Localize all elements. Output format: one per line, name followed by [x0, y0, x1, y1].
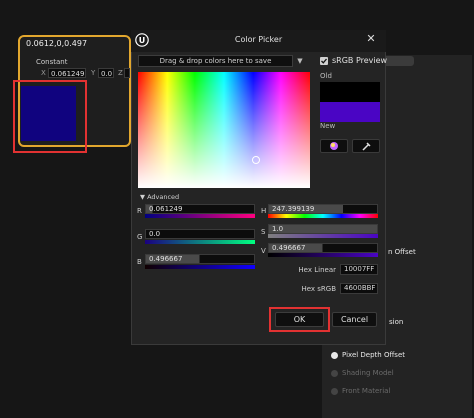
srgb-preview-label: sRGB Preview	[332, 56, 388, 65]
chevron-down-icon[interactable]: ▼	[295, 55, 305, 67]
r-value: 0.061249	[149, 205, 183, 213]
g-gradient	[145, 240, 255, 244]
spectrum-cursor[interactable]	[252, 156, 260, 164]
hex-linear-label: Hex Linear	[298, 266, 336, 274]
s-slider[interactable]: 1.0	[268, 224, 378, 234]
z-field[interactable]	[124, 68, 130, 78]
x-label: X	[41, 69, 46, 77]
pin-icon[interactable]	[331, 388, 338, 395]
panel-item-sion: sion	[389, 318, 404, 326]
v-label: V	[261, 247, 266, 255]
srgb-checkbox[interactable]	[320, 57, 328, 65]
hex-srgb-label: Hex sRGB	[301, 285, 336, 293]
v-slider[interactable]: 0.496667	[268, 243, 378, 253]
z-label: Z	[118, 69, 123, 77]
color-wheel-button[interactable]	[320, 139, 348, 153]
panel-front-material[interactable]: Front Material	[342, 387, 390, 395]
b-value: 0.496667	[149, 255, 183, 263]
node-subtitle: Constant	[36, 58, 68, 66]
advanced-label: Advanced	[147, 193, 180, 201]
b-label: B	[137, 258, 142, 266]
advanced-section-toggle[interactable]: ▼ Advanced	[140, 193, 179, 201]
hex-linear-field[interactable]: 10007FF	[340, 264, 378, 275]
v-gradient	[268, 253, 378, 257]
eyedropper-icon[interactable]	[352, 139, 380, 153]
y-label: Y	[91, 69, 96, 77]
h-label: H	[261, 207, 267, 215]
highlight-outline	[13, 80, 87, 153]
pin-icon[interactable]	[331, 370, 338, 377]
s-gradient	[268, 234, 378, 238]
panel-shading-model[interactable]: Shading Model	[342, 369, 394, 377]
panel-pixel-depth-offset[interactable]: Pixel Depth Offset	[342, 351, 405, 359]
g-label: G	[137, 233, 143, 241]
s-label: S	[261, 228, 266, 236]
x-field[interactable]: 0.061249	[48, 68, 86, 78]
b-gradient	[145, 265, 255, 269]
old-color-swatch	[320, 82, 380, 102]
v-value: 0.496667	[272, 244, 306, 252]
color-spectrum[interactable]	[138, 72, 310, 188]
cancel-button[interactable]: Cancel	[332, 312, 377, 327]
highlight-outline	[269, 307, 330, 332]
close-icon[interactable]: ✕	[365, 33, 377, 45]
new-color-swatch	[320, 102, 380, 122]
old-label: Old	[320, 72, 332, 80]
g-value: 0.0	[149, 230, 161, 238]
r-label: R	[137, 207, 142, 215]
node-title: 0.0612,0,0.497	[26, 39, 88, 48]
r-slider[interactable]: 0.061249	[145, 204, 255, 214]
h-gradient	[268, 214, 378, 218]
s-value: 1.0	[272, 225, 284, 233]
h-value: 247.399139	[272, 205, 315, 213]
h-slider[interactable]: 247.399139	[268, 204, 378, 214]
b-slider[interactable]: 0.496667	[145, 254, 255, 264]
color-drop-zone[interactable]: Drag & drop colors here to save	[138, 55, 293, 67]
g-slider[interactable]: 0.0	[145, 229, 255, 239]
y-field[interactable]: 0.0	[98, 68, 114, 78]
hex-srgb-field[interactable]: 4600BBF	[340, 283, 378, 294]
new-label: New	[320, 122, 336, 130]
r-gradient	[145, 214, 255, 218]
pin-icon[interactable]	[331, 352, 338, 359]
panel-item-offset: n Offset	[388, 248, 416, 256]
dialog-title: Color Picker	[234, 35, 283, 44]
